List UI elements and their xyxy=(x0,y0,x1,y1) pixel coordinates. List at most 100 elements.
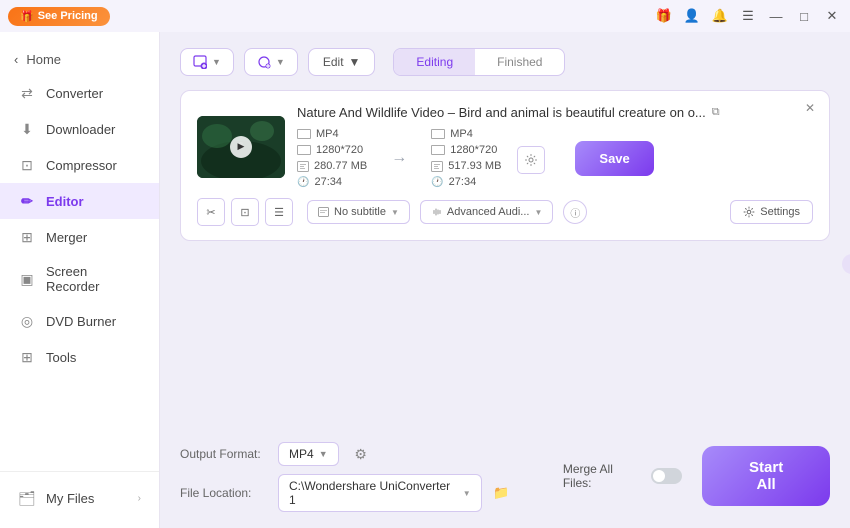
sidebar-item-editor[interactable]: ✏ Editor xyxy=(0,183,159,219)
settings-button[interactable]: Settings xyxy=(730,200,813,224)
output-format-select[interactable]: MP4 ▼ xyxy=(278,442,339,466)
video-card-close-button[interactable]: ✕ xyxy=(801,99,819,117)
target-size-icon xyxy=(431,161,443,172)
format-icon xyxy=(297,129,311,139)
rotate-icon xyxy=(257,55,271,69)
file-location-path: C:\Wondershare UniConverter 1 ▼ xyxy=(278,474,482,512)
minimize-button[interactable]: — xyxy=(766,6,786,26)
video-thumbnail[interactable]: ▶ xyxy=(197,116,285,178)
target-size: 517.93 MB xyxy=(431,160,501,172)
merger-icon: ⊞ xyxy=(18,228,36,246)
maximize-button[interactable]: □ xyxy=(794,6,814,26)
source-meta: MP4 1280*720 xyxy=(297,128,367,188)
save-button[interactable]: Save xyxy=(575,141,653,176)
cut-icon-btn[interactable]: ✂ xyxy=(197,198,225,226)
sidebar-label-my-files: My Files xyxy=(46,491,94,506)
sidebar-back-label: Home xyxy=(26,52,61,67)
rotate-btn-chevron: ▼ xyxy=(276,57,285,67)
target-format: MP4 xyxy=(431,128,501,140)
converter-icon: ⇄ xyxy=(18,84,36,102)
target-size-value: 517.93 MB xyxy=(448,160,501,172)
editor-icon: ✏ xyxy=(18,192,36,210)
size-icon xyxy=(297,161,309,172)
cut-crop-list-icons: ✂ ⊡ ☰ xyxy=(197,198,293,226)
video-title: Nature And Wildlife Video – Bird and ani… xyxy=(297,105,813,120)
sidebar-item-dvd-burner[interactable]: ◎ DVD Burner xyxy=(0,303,159,339)
tab-editing[interactable]: Editing xyxy=(394,49,475,75)
target-duration: 🕐 27:34 xyxy=(431,176,501,188)
source-size-value: 280.77 MB xyxy=(314,160,367,172)
gift-titlebar-icon[interactable]: 🎁 xyxy=(654,6,674,26)
target-format-icon xyxy=(431,129,445,139)
bell-icon[interactable]: 🔔 xyxy=(710,6,730,26)
subtitle-icon xyxy=(318,207,329,217)
subtitle-dropdown[interactable]: No subtitle ▼ xyxy=(307,200,410,224)
audio-chevron-icon: ▼ xyxy=(534,208,542,217)
merge-all-group: Merge All Files: xyxy=(563,462,682,490)
file-location-row: File Location: C:\Wondershare UniConvert… xyxy=(180,474,513,512)
sidebar-back[interactable]: ‹ Home xyxy=(0,44,159,75)
menu-icon[interactable]: ☰ xyxy=(738,6,758,26)
my-files-icon: 🗂 xyxy=(18,489,36,507)
sidebar-item-compressor[interactable]: ⊡ Compressor xyxy=(0,147,159,183)
sidebar: ‹ Home ⇄ Converter ⬇ Downloader ⊡ Compre… xyxy=(0,32,160,528)
target-resolution: 1280*720 xyxy=(431,144,501,156)
sidebar-item-tools[interactable]: ⊞ Tools xyxy=(0,339,159,375)
source-format: MP4 xyxy=(297,128,367,140)
user-icon[interactable]: 👤 xyxy=(682,6,702,26)
video-card-top: ▶ Nature And Wildlife Video – Bird and a… xyxy=(197,105,813,188)
my-files-expand-icon: › xyxy=(138,493,141,504)
video-meta: MP4 1280*720 xyxy=(297,128,813,188)
target-resolution-icon xyxy=(431,145,445,155)
tools-icon: ⊞ xyxy=(18,348,36,366)
gear-icon xyxy=(524,153,538,167)
add-media-button[interactable]: ▼ xyxy=(180,48,234,76)
source-size: 280.77 MB xyxy=(297,160,367,172)
convert-arrow-icon: → xyxy=(367,149,431,167)
settings-label: Settings xyxy=(760,206,800,218)
sidebar-item-converter[interactable]: ⇄ Converter xyxy=(0,75,159,111)
output-settings-gear-icon[interactable]: ⚙ xyxy=(347,440,375,468)
audio-dropdown[interactable]: Advanced Audi... ▼ xyxy=(420,200,553,224)
sidebar-item-my-files[interactable]: 🗂 My Files › xyxy=(0,480,159,516)
browse-folder-button[interactable]: 📁 xyxy=(490,481,513,505)
target-clock-icon: 🕐 xyxy=(431,177,443,188)
video-card-bottom: ✂ ⊡ ☰ No subtitle ▼ xyxy=(197,198,813,226)
sidebar-label-compressor: Compressor xyxy=(46,158,117,173)
edit-chevron-icon: ▼ xyxy=(349,55,361,69)
close-button[interactable]: ✕ xyxy=(822,6,842,26)
source-duration: 🕐 27:34 xyxy=(297,176,367,188)
sidebar-item-downloader[interactable]: ⬇ Downloader xyxy=(0,111,159,147)
source-format-value: MP4 xyxy=(316,128,339,140)
video-title-text: Nature And Wildlife Video – Bird and ani… xyxy=(297,105,706,120)
sidebar-item-merger[interactable]: ⊞ Merger xyxy=(0,219,159,255)
subtitle-chevron-icon: ▼ xyxy=(391,208,399,217)
rotate-button[interactable]: ▼ xyxy=(244,48,298,76)
settings-action-icon[interactable] xyxy=(517,146,545,174)
play-button[interactable]: ▶ xyxy=(230,136,252,158)
sidebar-label-dvd-burner: DVD Burner xyxy=(46,314,116,329)
start-all-button[interactable]: Start All xyxy=(702,446,830,506)
back-arrow-icon: ‹ xyxy=(14,52,18,67)
titlebar-icons: 🎁 👤 🔔 ☰ — □ ✕ xyxy=(654,6,842,26)
external-link-icon[interactable]: ⧉ xyxy=(712,106,720,119)
output-format-row: Output Format: MP4 ▼ ⚙ xyxy=(180,440,513,468)
title-bar: 🎁 See Pricing 🎁 👤 🔔 ☰ — □ ✕ xyxy=(0,0,850,32)
list-icon-btn[interactable]: ☰ xyxy=(265,198,293,226)
file-location-label: File Location: xyxy=(180,486,270,500)
info-button[interactable]: ⓘ xyxy=(563,200,587,224)
audio-icon xyxy=(431,207,442,217)
output-format-label: Output Format: xyxy=(180,447,270,461)
sidebar-label-downloader: Downloader xyxy=(46,122,115,137)
toggle-knob xyxy=(653,470,665,482)
see-pricing-button[interactable]: 🎁 See Pricing xyxy=(8,7,110,26)
edit-dropdown[interactable]: Edit ▼ xyxy=(308,48,376,76)
sidebar-item-screen-recorder[interactable]: ▣ Screen Recorder xyxy=(0,255,159,303)
subtitle-label: No subtitle xyxy=(334,206,386,218)
merge-all-toggle[interactable] xyxy=(651,468,682,484)
crop-icon-btn[interactable]: ⊡ xyxy=(231,198,259,226)
tab-finished[interactable]: Finished xyxy=(475,49,564,75)
sidebar-bottom: 🗂 My Files › xyxy=(0,471,159,516)
dvd-burner-icon: ◎ xyxy=(18,312,36,330)
file-location-value: C:\Wondershare UniConverter 1 xyxy=(289,479,454,507)
